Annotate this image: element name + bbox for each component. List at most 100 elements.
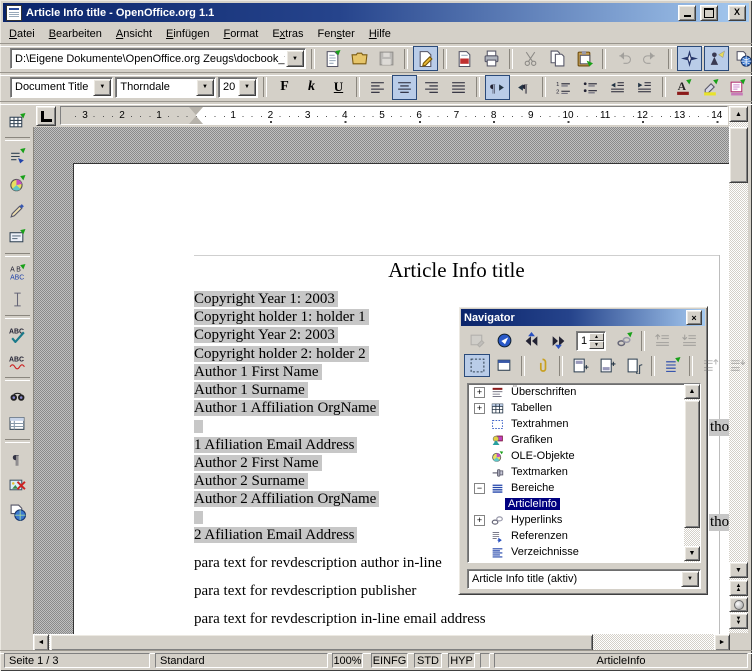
print-file-button[interactable]	[479, 46, 504, 71]
status-selection-mode-field[interactable]: STD	[414, 653, 442, 668]
navigator-window[interactable]: Navigator × 1▲▼ +Überschriften+TabellenT…	[458, 306, 708, 595]
previous-page-button[interactable]: ▲▲	[729, 580, 748, 596]
highlighting-button[interactable]	[698, 75, 723, 100]
autotext-button[interactable]: A BABC	[5, 260, 30, 285]
paragraph-style-combobox[interactable]: Document Title ▼	[10, 77, 113, 98]
paste-button[interactable]	[572, 46, 597, 71]
insert-table-button[interactable]	[5, 109, 30, 134]
tree-item-bereiche[interactable]: −Bereiche	[468, 480, 700, 496]
text-ltr-button[interactable]: ¶	[485, 75, 510, 100]
tree-scroll-down-button[interactable]: ▼	[684, 546, 700, 561]
text-rtl-button[interactable]: ¶	[512, 75, 537, 100]
horizontal-scrollbar[interactable]: ◄ ►	[33, 634, 730, 651]
navigator-toggle-button[interactable]	[677, 46, 702, 71]
tree-item-oleobjekte[interactable]: OLE-Objekte	[468, 448, 700, 464]
navigator-document-select[interactable]: Article Info title (aktiv) ▼	[467, 569, 701, 589]
tree-item-label[interactable]: Grafiken	[508, 434, 556, 446]
tree-item-label[interactable]: Verzeichnisse	[508, 546, 582, 558]
tree-item-tabellen[interactable]: +Tabellen	[468, 400, 700, 416]
nav-footer-button[interactable]	[594, 354, 620, 377]
form-functions-button[interactable]	[5, 225, 30, 250]
align-left-button[interactable]	[365, 75, 390, 100]
chevron-down-icon[interactable]: ▼	[238, 79, 256, 96]
tree-item-textrahmen[interactable]: Textrahmen	[468, 416, 700, 432]
hyperlink-dialog-button[interactable]	[731, 46, 752, 71]
menu-einfgen[interactable]: Einfügen	[159, 26, 216, 42]
chevron-down-icon[interactable]: ▼	[93, 79, 111, 96]
find-replace-button[interactable]	[5, 384, 30, 409]
tree-item-label[interactable]: OLE-Objekte	[508, 450, 578, 462]
font-name-combobox[interactable]: Thorndale ▼	[115, 77, 216, 98]
graphics-onoff-button[interactable]	[5, 473, 30, 498]
menu-bearbeiten[interactable]: Bearbeiten	[42, 26, 109, 42]
nav-header-button[interactable]	[567, 354, 593, 377]
maximize-button[interactable]	[700, 5, 718, 21]
paragraph-style-value[interactable]: Document Title	[11, 81, 92, 93]
tree-item-label[interactable]: Hyperlinks	[508, 514, 565, 526]
copy-button[interactable]	[545, 46, 570, 71]
horizontal-ruler[interactable]: 3211234567891011121314	[60, 106, 728, 125]
next-page-button[interactable]: ▼▼	[729, 613, 748, 629]
status-insert-mode-field[interactable]: EINFG	[371, 653, 408, 668]
nav-previous-button[interactable]	[518, 329, 544, 352]
font-size-value[interactable]: 20	[219, 81, 237, 93]
tree-item-label[interactable]: Tabellen	[508, 402, 555, 414]
spellcheck-button[interactable]: ABC	[5, 322, 30, 347]
tree-scroll-thumb[interactable]	[684, 400, 700, 528]
menu-datei[interactable]: Datei	[2, 26, 42, 42]
url-value[interactable]: D:\Eigene Dokumente\OpenOffice.org Zeugs…	[11, 53, 285, 65]
font-size-combobox[interactable]: 20 ▼	[218, 77, 258, 98]
horizontal-scroll-thumb[interactable]	[50, 634, 593, 651]
tree-item-label[interactable]: Referenzen	[508, 530, 571, 542]
tree-expander[interactable]: +	[474, 515, 485, 526]
chevron-down-icon[interactable]: ▼	[286, 50, 304, 67]
tree-expander[interactable]: −	[474, 483, 485, 494]
italic-button[interactable]: k	[299, 75, 324, 100]
tree-item-label[interactable]: Textrahmen	[508, 418, 571, 430]
font-name-value[interactable]: Thorndale	[116, 81, 195, 93]
status-page-field[interactable]: Seite 1 / 3	[4, 653, 150, 668]
tree-scroll-up-button[interactable]: ▲	[684, 384, 700, 399]
status-zoom-field[interactable]: 100%	[332, 653, 363, 668]
new-document-button[interactable]	[320, 46, 345, 71]
autospellcheck-button[interactable]: ABC	[5, 349, 30, 374]
menu-ansicht[interactable]: Ansicht	[109, 26, 159, 42]
bullet-list-button[interactable]	[578, 75, 603, 100]
edit-file-button[interactable]	[413, 46, 438, 71]
open-document-button[interactable]	[347, 46, 372, 71]
stylist-toggle-button[interactable]	[704, 46, 729, 71]
scroll-right-button[interactable]: ►	[714, 634, 730, 651]
tree-item-label[interactable]: Überschriften	[508, 386, 579, 398]
tree-item-grafiken[interactable]: Grafiken	[468, 432, 700, 448]
url-combobox[interactable]: D:\Eigene Dokumente\OpenOffice.org Zeugs…	[10, 48, 306, 69]
tree-expander[interactable]: +	[474, 387, 485, 398]
align-right-button[interactable]	[419, 75, 444, 100]
scroll-down-button[interactable]: ▼	[729, 562, 748, 578]
bold-button[interactable]: F	[272, 75, 297, 100]
chevron-down-icon[interactable]: ▼	[196, 79, 214, 96]
nav-listbox-button[interactable]	[659, 354, 685, 377]
status-hyperlink-mode-field[interactable]: HYP	[448, 653, 475, 668]
tree-item-hyperlinks[interactable]: + Hyperlinks	[468, 512, 700, 528]
page-number-value[interactable]: 1	[577, 335, 588, 347]
export-pdf-button[interactable]	[452, 46, 477, 71]
page-number-spinner[interactable]: 1▲▼	[576, 331, 606, 351]
navigator-title-bar[interactable]: Navigator ×	[461, 309, 705, 326]
tree-item-verzeichnisse[interactable]: Verzeichnisse	[468, 544, 700, 560]
minimize-button[interactable]	[678, 5, 696, 21]
insert-fields-button[interactable]	[5, 144, 30, 169]
tree-item-textmarken[interactable]: Textmarken	[468, 464, 700, 480]
indent-marker-bottom[interactable]	[189, 116, 203, 124]
online-layout-button[interactable]	[5, 500, 30, 525]
navigation-dot-button[interactable]	[729, 597, 748, 612]
menu-fenster[interactable]: Fenster	[311, 26, 362, 42]
nonprinting-characters-button[interactable]: ¶	[5, 446, 30, 471]
increase-indent-button[interactable]	[632, 75, 657, 100]
scroll-up-button[interactable]: ▲	[729, 106, 748, 122]
tree-item-articleinfo[interactable]: ArticleInfo	[468, 496, 700, 512]
tree-scrollbar[interactable]: ▲ ▼	[684, 384, 700, 562]
draw-functions-button[interactable]	[5, 198, 30, 223]
nav-content-view-button[interactable]	[464, 354, 490, 377]
nav-navigation-button[interactable]	[491, 329, 517, 352]
vertical-scroll-thumb[interactable]	[729, 127, 748, 183]
